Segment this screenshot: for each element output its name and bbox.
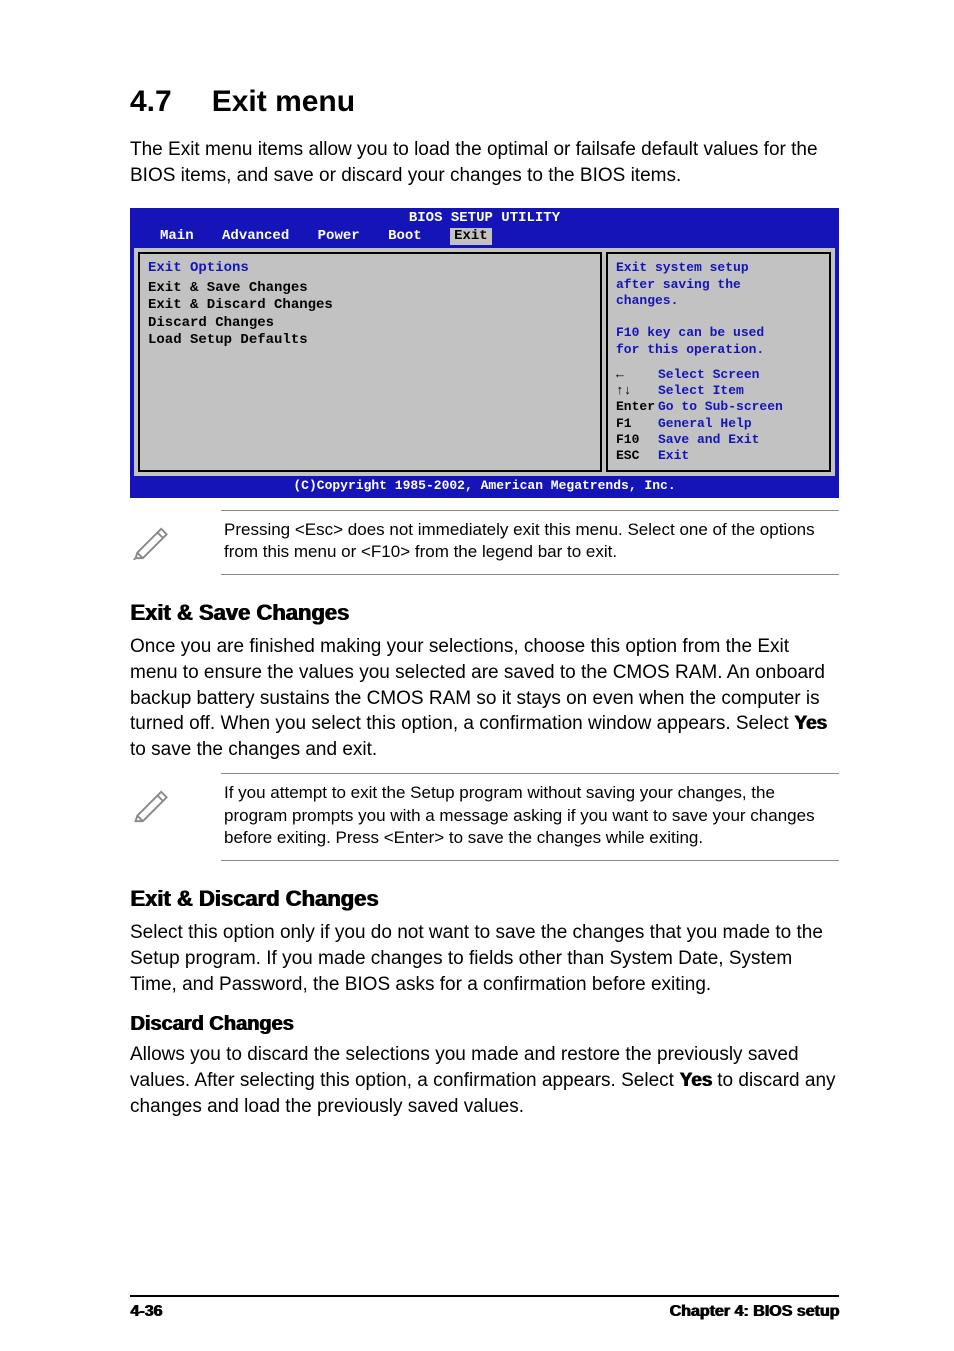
section-title-text: Exit menu	[212, 85, 355, 118]
pencil-icon	[130, 510, 178, 565]
section-number: 4.7	[130, 85, 172, 119]
body-post: to save the changes and exit.	[130, 739, 377, 760]
yes-label: Yes	[794, 713, 827, 734]
key-esc: ESC	[616, 448, 658, 464]
key-desc: Exit	[658, 448, 689, 463]
section-heading: 4.7 Exit menu	[130, 85, 839, 119]
note-text: If you attempt to exit the Setup program…	[221, 773, 839, 862]
load-setup-defaults[interactable]: Load Setup Defaults	[148, 332, 592, 350]
key-desc: Select Screen	[658, 367, 759, 382]
discard-changes-body: Allows you to discard the selections you…	[130, 1042, 839, 1119]
pencil-icon	[130, 773, 178, 828]
page: 4.7 Exit menu The Exit menu items allow y…	[0, 0, 954, 1351]
left-arrow-icon: ←	[616, 367, 658, 383]
bios-right-pane: Exit system setup after saving the chang…	[606, 252, 831, 472]
updown-arrow-icon: ↑↓	[616, 383, 658, 399]
bios-key-legend: ←Select Screen ↑↓Select Item EnterGo to …	[616, 367, 821, 465]
bios-copyright: (C)Copyright 1985-2002, American Megatre…	[130, 476, 839, 497]
note-callout: Pressing <Esc> does not immediately exit…	[130, 510, 839, 576]
exit-discard-changes[interactable]: Exit & Discard Changes	[148, 297, 592, 315]
key-desc: Select Item	[658, 383, 744, 398]
bios-window: BIOS SETUP UTILITY Main Advanced Power B…	[130, 208, 839, 497]
chapter-label: Chapter 4: BIOS setup	[669, 1303, 839, 1321]
page-number: 4-36	[130, 1303, 162, 1321]
intro-paragraph: The Exit menu items allow you to load th…	[130, 137, 839, 188]
exit-save-body: Once you are finished making your select…	[130, 634, 839, 762]
heading-exit-save-changes: Exit & Save Changes	[130, 600, 839, 626]
key-desc: Save and Exit	[658, 432, 759, 447]
key-desc: Go to Sub-screen	[658, 399, 783, 414]
bios-titlebar: BIOS SETUP UTILITY	[130, 208, 839, 228]
bios-body: Exit Options Exit & Save Changes Exit & …	[130, 248, 839, 476]
page-footer: 4-36 Chapter 4: BIOS setup	[130, 1295, 839, 1321]
key-enter: Enter	[616, 399, 658, 415]
bios-tab-boot[interactable]: Boot	[388, 228, 442, 246]
bios-tab-main[interactable]: Main	[160, 228, 214, 246]
bios-left-pane: Exit Options Exit & Save Changes Exit & …	[138, 252, 602, 472]
key-f1: F1	[616, 416, 658, 432]
body-pre: Once you are finished making your select…	[130, 636, 825, 734]
bios-help-text: Exit system setup after saving the chang…	[616, 260, 821, 358]
key-f10: F10	[616, 432, 658, 448]
note-text: Pressing <Esc> does not immediately exit…	[221, 510, 839, 576]
heading-exit-discard-changes: Exit & Discard Changes	[130, 886, 839, 912]
key-desc: General Help	[658, 416, 752, 431]
note-callout: If you attempt to exit the Setup program…	[130, 773, 839, 862]
bios-tab-power[interactable]: Power	[318, 228, 380, 246]
exit-options-header: Exit Options	[148, 260, 592, 278]
bios-menubar: Main Advanced Power Boot Exit	[130, 228, 839, 249]
bios-tab-advanced[interactable]: Advanced	[222, 228, 309, 246]
exit-save-changes[interactable]: Exit & Save Changes	[148, 280, 592, 298]
discard-changes[interactable]: Discard Changes	[148, 315, 592, 333]
exit-discard-body: Select this option only if you do not wa…	[130, 920, 839, 997]
bios-tab-exit[interactable]: Exit	[450, 228, 492, 246]
yes-label: Yes	[679, 1070, 712, 1091]
heading-discard-changes: Discard Changes	[130, 1013, 839, 1036]
